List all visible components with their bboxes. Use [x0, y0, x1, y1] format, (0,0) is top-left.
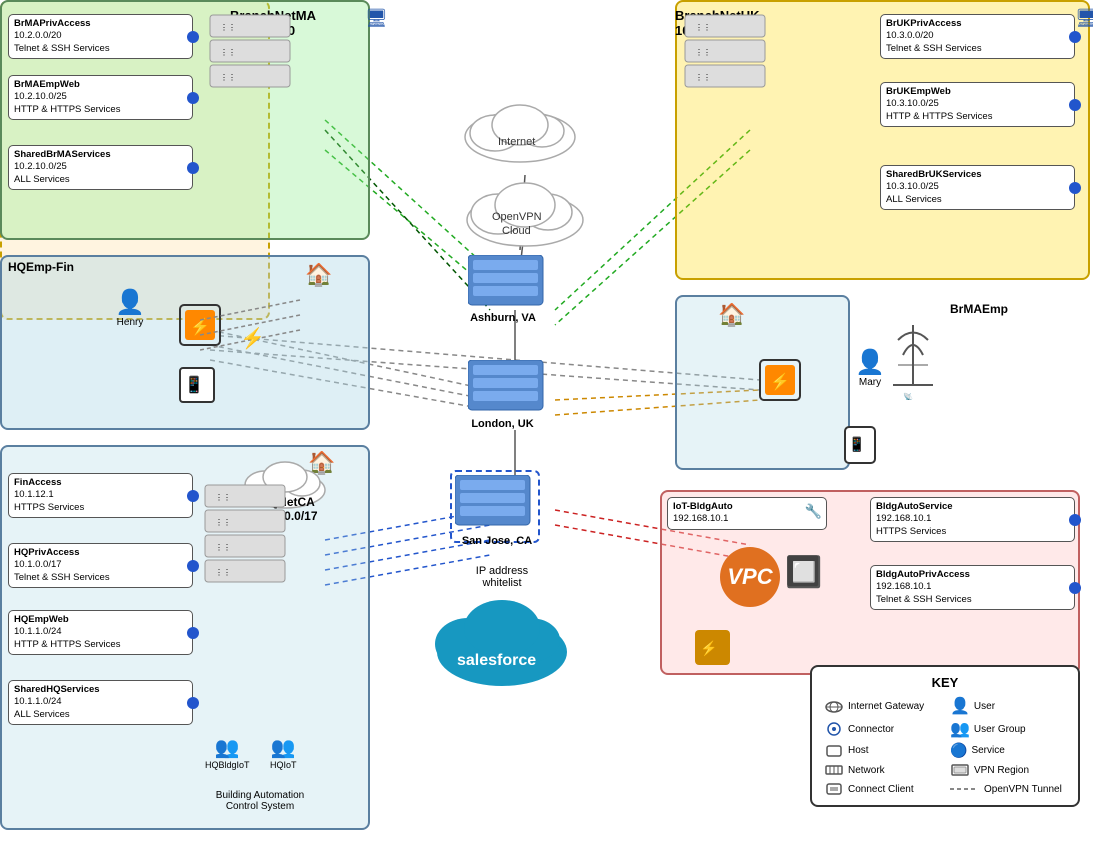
london-label: London, UK — [455, 418, 550, 430]
svg-text:⋮⋮: ⋮⋮ — [695, 73, 711, 82]
branch-ma-network-icon: 🖥 — [365, 8, 388, 29]
ip-whitelist-label: IP addresswhitelist — [432, 565, 572, 589]
iot-chip-icon: 🔲 — [785, 555, 822, 590]
svg-text:⋮⋮: ⋮⋮ — [220, 48, 236, 57]
sanjose-label: San Jose, CA — [447, 535, 547, 547]
key-user: 👤 User — [950, 696, 1066, 716]
key-service: 🔵 Service — [950, 742, 1066, 759]
antenna-tower: 📡 — [888, 320, 938, 400]
svg-text:📡: 📡 — [903, 392, 913, 400]
key-openvpn-tunnel: OpenVPN Tunnel — [950, 781, 1066, 797]
svg-text:⋮⋮: ⋮⋮ — [220, 73, 236, 82]
br-ma-priv-access-box: BrMAPrivAccess 10.2.0.0/20 Telnet & SSH … — [8, 14, 193, 59]
key-connector: Connector — [824, 719, 940, 739]
hq-emp-web-box: HQEmpWeb 10.1.1.0/24 HTTP & HTTPS Servic… — [8, 610, 193, 655]
salesforce-cloud: salesforce — [430, 590, 575, 690]
svg-text:⋮⋮: ⋮⋮ — [215, 568, 231, 577]
internet-cloud: Internet — [460, 95, 580, 165]
hq-bldg-iot: 👥 HQBldgIoT — [205, 735, 250, 770]
svg-text:OpenVPN: OpenVPN — [492, 211, 542, 223]
key-internet-gateway: Internet Gateway — [824, 696, 940, 716]
uk-server-stack: ⋮⋮ ⋮⋮ ⋮⋮ — [680, 10, 770, 230]
shared-hq-services-box: SharedHQServices 10.1.1.0/24 ALL Service… — [8, 680, 193, 725]
br-uk-emp-web-box: BrUKEmpWeb 10.3.10.0/25 HTTP & HTTPS Ser… — [880, 82, 1075, 127]
svg-text:⚡: ⚡ — [770, 372, 790, 391]
brmaem-connector: ⚡ — [755, 355, 805, 408]
openvpn-cloud: OpenVPN Cloud — [460, 170, 590, 250]
svg-text:⋮⋮: ⋮⋮ — [695, 48, 711, 57]
bldg-auto-priv-access-box: BldgAutoPrivAccess 192.168.10.1 Telnet &… — [870, 565, 1075, 610]
svg-text:⋮⋮: ⋮⋮ — [695, 23, 711, 32]
key-box: KEY Internet Gateway 👤 User Connector 👥 … — [810, 665, 1080, 807]
svg-text:⚡: ⚡ — [240, 326, 265, 350]
iot-connector-device: ⚡ — [690, 625, 735, 673]
hqnet-server-stack: ⋮⋮ ⋮⋮ ⋮⋮ ⋮⋮ — [200, 480, 290, 700]
key-vpn-region: VPN Region — [950, 762, 1066, 778]
ma-server-stack: ⋮⋮ ⋮⋮ ⋮⋮ — [205, 10, 295, 230]
vpc-badge: VPC — [720, 547, 780, 607]
ashburn-server — [468, 255, 548, 315]
svg-text:⚡: ⚡ — [700, 640, 717, 657]
bldg-auto-service-box: BldgAutoService 192.168.10.1 HTTPS Servi… — [870, 497, 1075, 542]
svg-text:Internet: Internet — [498, 136, 535, 148]
hqemp-fin-label: HQEmp-Fin — [8, 260, 74, 274]
brmaem-label: BrMAEmp — [950, 302, 1008, 316]
building-automation-label: Building AutomationControl System — [200, 790, 320, 812]
svg-text:📱: 📱 — [848, 436, 865, 453]
branch-uk-network-icon: 🖥 — [1075, 8, 1093, 29]
key-user-group: 👥 User Group — [950, 719, 1066, 739]
iot-bldg-auto-box: IoT-BldgAuto 192.168.10.1 🔧 — [667, 497, 827, 530]
svg-text:⋮⋮: ⋮⋮ — [215, 493, 231, 502]
hq-iot: 👥 HQIoT — [270, 735, 297, 770]
hqemp-connections: ⚡ — [200, 290, 320, 390]
svg-text:salesforce: salesforce — [457, 652, 536, 669]
diagram-container: BranchNetMA 10.2.0.0/20 🖥 BrMAPrivAccess… — [0, 0, 1093, 845]
br-ma-emp-web-box: BrMAEmpWeb 10.2.10.0/25 HTTP & HTTPS Ser… — [8, 75, 193, 120]
henry-person: 👤 Henry — [105, 288, 155, 328]
br-uk-priv-access-box: BrUKPrivAccess 10.3.0.0/20 Telnet & SSH … — [880, 14, 1075, 59]
key-network: Network — [824, 762, 940, 778]
brmaem-home-icon: 🏠 — [718, 302, 745, 328]
hqemp-home-icon: 🏠 — [305, 262, 332, 288]
key-connect-client: Connect Client — [824, 781, 940, 797]
ashburn-label: Ashburn, VA — [458, 312, 548, 324]
sanjose-server — [455, 475, 535, 535]
svg-text:Cloud: Cloud — [502, 225, 531, 237]
shared-br-ma-services-box: SharedBrMAServices 10.2.10.0/25 ALL Serv… — [8, 145, 193, 190]
shared-br-uk-services-box: SharedBrUKServices 10.3.10.0/25 ALL Serv… — [880, 165, 1075, 210]
fin-access-box: FinAccess 10.1.12.1 HTTPS Services — [8, 473, 193, 518]
svg-text:⋮⋮: ⋮⋮ — [215, 543, 231, 552]
key-host: Host — [824, 742, 940, 759]
svg-text:⋮⋮: ⋮⋮ — [220, 23, 236, 32]
london-server — [468, 360, 548, 420]
hq-priv-access-box: HQPrivAccess 10.1.0.0/17 Telnet & SSH Se… — [8, 543, 193, 588]
brmaem-device: 📱 — [840, 425, 880, 468]
svg-text:⋮⋮: ⋮⋮ — [215, 518, 231, 527]
